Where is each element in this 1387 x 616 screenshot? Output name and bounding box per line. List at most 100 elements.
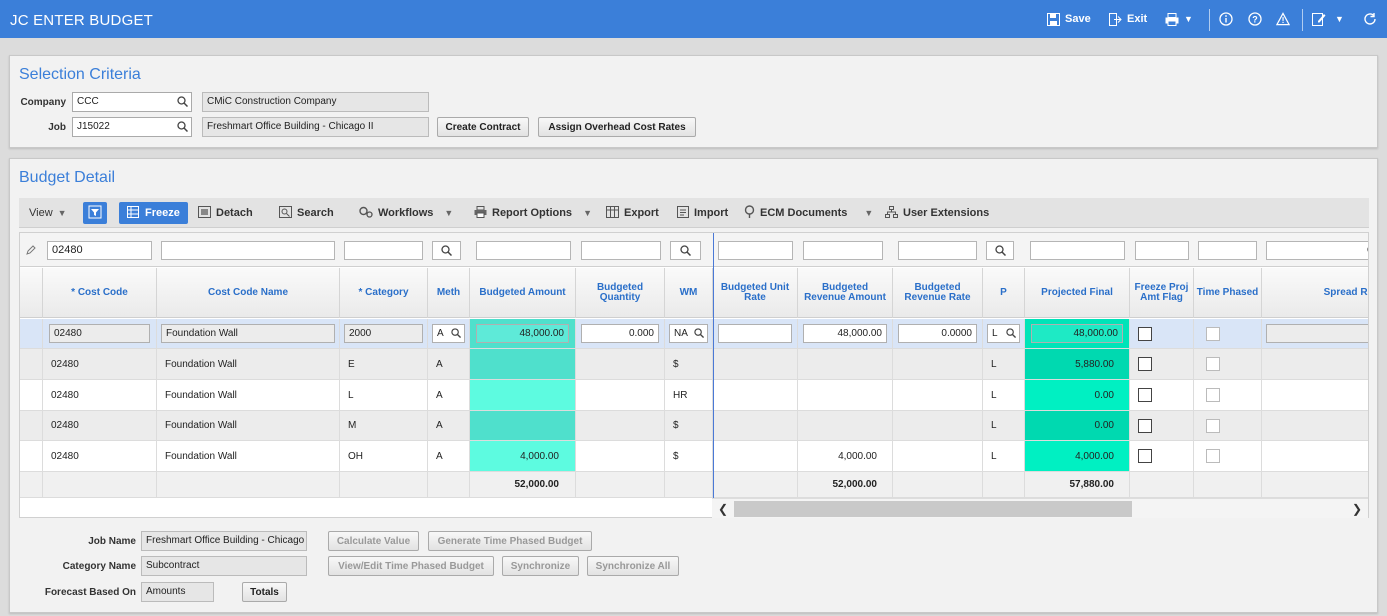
p-cell[interactable]: L: [983, 380, 1025, 410]
spread-rule-field[interactable]: [1266, 324, 1368, 343]
meth-cell[interactable]: A: [428, 380, 470, 410]
filter-budgeted-quantity-input[interactable]: [581, 241, 661, 260]
filter-revenue-amount-input[interactable]: [803, 241, 883, 260]
header-wm[interactable]: WM: [665, 268, 713, 318]
budgeted-quantity-cell[interactable]: [576, 411, 665, 440]
spread-rule-cell[interactable]: [1262, 411, 1368, 440]
save-button[interactable]: Save: [1046, 12, 1091, 26]
table-row-selected[interactable]: 02480 Foundation Wall 2000 A 48,000.00 0…: [20, 319, 1368, 349]
unit-rate-field[interactable]: [718, 324, 792, 343]
cost-code-name-field[interactable]: Foundation Wall: [161, 324, 335, 343]
wm-cell[interactable]: $: [665, 411, 713, 440]
header-meth[interactable]: Meth: [428, 268, 470, 318]
create-contract-button[interactable]: Create Contract: [437, 117, 529, 137]
chevron-left-icon[interactable]: ❮: [718, 502, 728, 516]
filter-toggle-button[interactable]: [83, 202, 107, 224]
filter-freeze-flag-input[interactable]: [1135, 241, 1189, 260]
filter-unit-rate-input[interactable]: [718, 241, 793, 260]
row-selector[interactable]: [20, 441, 43, 471]
workflows-menu[interactable]: Workflows ▼: [359, 198, 453, 228]
filter-spread-rule-input[interactable]: [1266, 241, 1368, 260]
category-cell[interactable]: L: [340, 380, 428, 410]
table-row[interactable]: 02480 Foundation Wall L A HR L 0.00: [20, 380, 1368, 411]
table-row[interactable]: 02480 Foundation Wall M A $ L 0.00: [20, 411, 1368, 441]
scrollbar-thumb[interactable]: [734, 501, 1132, 517]
search-icon[interactable]: [451, 328, 461, 338]
budgeted-quantity-field[interactable]: 0.000: [581, 324, 659, 343]
freeze-flag-checkbox[interactable]: [1138, 326, 1152, 341]
report-options-menu[interactable]: Report Options ▼: [474, 198, 592, 228]
cost-code-cell[interactable]: 02480: [43, 441, 157, 471]
totals-button[interactable]: Totals: [242, 582, 287, 602]
category-cell[interactable]: OH: [340, 441, 428, 471]
revenue-amount-cell[interactable]: [798, 349, 893, 379]
p-cell[interactable]: L: [983, 441, 1025, 471]
revenue-rate-cell[interactable]: [893, 349, 983, 379]
wm-cell[interactable]: $: [665, 349, 713, 379]
print-menu-button[interactable]: ▼: [1165, 12, 1193, 26]
company-input[interactable]: CCC: [72, 92, 192, 112]
freeze-flag-checkbox[interactable]: [1138, 388, 1152, 402]
header-budgeted-amount[interactable]: Budgeted Amount: [470, 268, 576, 318]
detach-button[interactable]: Detach: [198, 198, 253, 228]
filter-cost-code-name-input[interactable]: [161, 241, 335, 260]
cost-code-name-cell[interactable]: Foundation Wall: [157, 349, 340, 379]
budgeted-amount-cell[interactable]: [470, 411, 576, 440]
spread-rule-cell[interactable]: [1262, 349, 1368, 379]
projected-final-cell[interactable]: 0.00: [1025, 380, 1130, 410]
edit-menu-button[interactable]: ▼: [1312, 12, 1344, 26]
header-category[interactable]: * Category: [340, 268, 428, 318]
revenue-rate-cell[interactable]: [893, 380, 983, 410]
chevron-right-icon[interactable]: ❯: [1352, 502, 1362, 516]
warning-button[interactable]: [1276, 12, 1290, 26]
cost-code-name-cell[interactable]: Foundation Wall: [157, 411, 340, 440]
unit-rate-cell[interactable]: [713, 380, 798, 410]
filter-meth-search[interactable]: [432, 241, 461, 260]
job-input[interactable]: J15022: [72, 117, 192, 137]
budgeted-amount-cell[interactable]: [470, 380, 576, 410]
meth-field[interactable]: A: [432, 324, 465, 343]
help-button[interactable]: ?: [1248, 12, 1262, 26]
filter-time-phased-input[interactable]: [1198, 241, 1257, 260]
projected-final-cell[interactable]: 4,000.00: [1025, 441, 1130, 471]
filter-p-search[interactable]: [986, 241, 1014, 260]
search-icon[interactable]: [694, 328, 704, 338]
revenue-rate-field[interactable]: 0.0000: [898, 324, 977, 343]
revenue-amount-cell[interactable]: 4,000.00: [798, 441, 893, 471]
synchronize-button[interactable]: Synchronize: [502, 556, 579, 576]
user-extensions-button[interactable]: User Extensions: [885, 198, 989, 228]
filter-projected-final-input[interactable]: [1030, 241, 1125, 260]
projected-final-cell[interactable]: 0.00: [1025, 411, 1130, 440]
cost-code-field[interactable]: 02480: [49, 324, 150, 343]
category-cell[interactable]: E: [340, 349, 428, 379]
p-field[interactable]: L: [987, 324, 1020, 343]
budgeted-quantity-cell[interactable]: [576, 380, 665, 410]
row-selector[interactable]: [20, 319, 43, 348]
wm-cell[interactable]: $: [665, 441, 713, 471]
cost-code-cell[interactable]: 02480: [43, 380, 157, 410]
header-cost-code-name[interactable]: Cost Code Name: [157, 268, 340, 318]
revenue-amount-cell[interactable]: [798, 380, 893, 410]
budgeted-quantity-cell[interactable]: [576, 349, 665, 379]
freeze-flag-checkbox[interactable]: [1138, 357, 1152, 371]
row-selector[interactable]: [20, 411, 43, 440]
calculate-value-button[interactable]: Calculate Value: [328, 531, 419, 551]
search-button[interactable]: Search: [279, 198, 334, 228]
spread-rule-cell[interactable]: [1262, 441, 1368, 471]
revenue-amount-field[interactable]: 48,000.00: [803, 324, 887, 343]
revenue-rate-cell[interactable]: [893, 441, 983, 471]
unit-rate-cell[interactable]: [713, 411, 798, 440]
cost-code-cell[interactable]: 02480: [43, 411, 157, 440]
meth-cell[interactable]: A: [428, 349, 470, 379]
table-row[interactable]: 02480 Foundation Wall OH A 4,000.00 $4,000.00…: [20, 441, 1368, 472]
revenue-amount-cell[interactable]: [798, 411, 893, 440]
meth-cell[interactable]: A: [428, 441, 470, 471]
header-budgeted-revenue-amount[interactable]: Budgeted Revenue Amount: [798, 268, 893, 318]
filter-revenue-rate-input[interactable]: [898, 241, 977, 260]
unit-rate-cell[interactable]: [713, 349, 798, 379]
header-p[interactable]: P: [983, 268, 1025, 318]
refresh-button[interactable]: [1363, 12, 1377, 26]
meth-cell[interactable]: A: [428, 411, 470, 440]
filter-wm-search[interactable]: [670, 241, 701, 260]
header-budgeted-quantity[interactable]: Budgeted Quantity: [576, 268, 665, 318]
